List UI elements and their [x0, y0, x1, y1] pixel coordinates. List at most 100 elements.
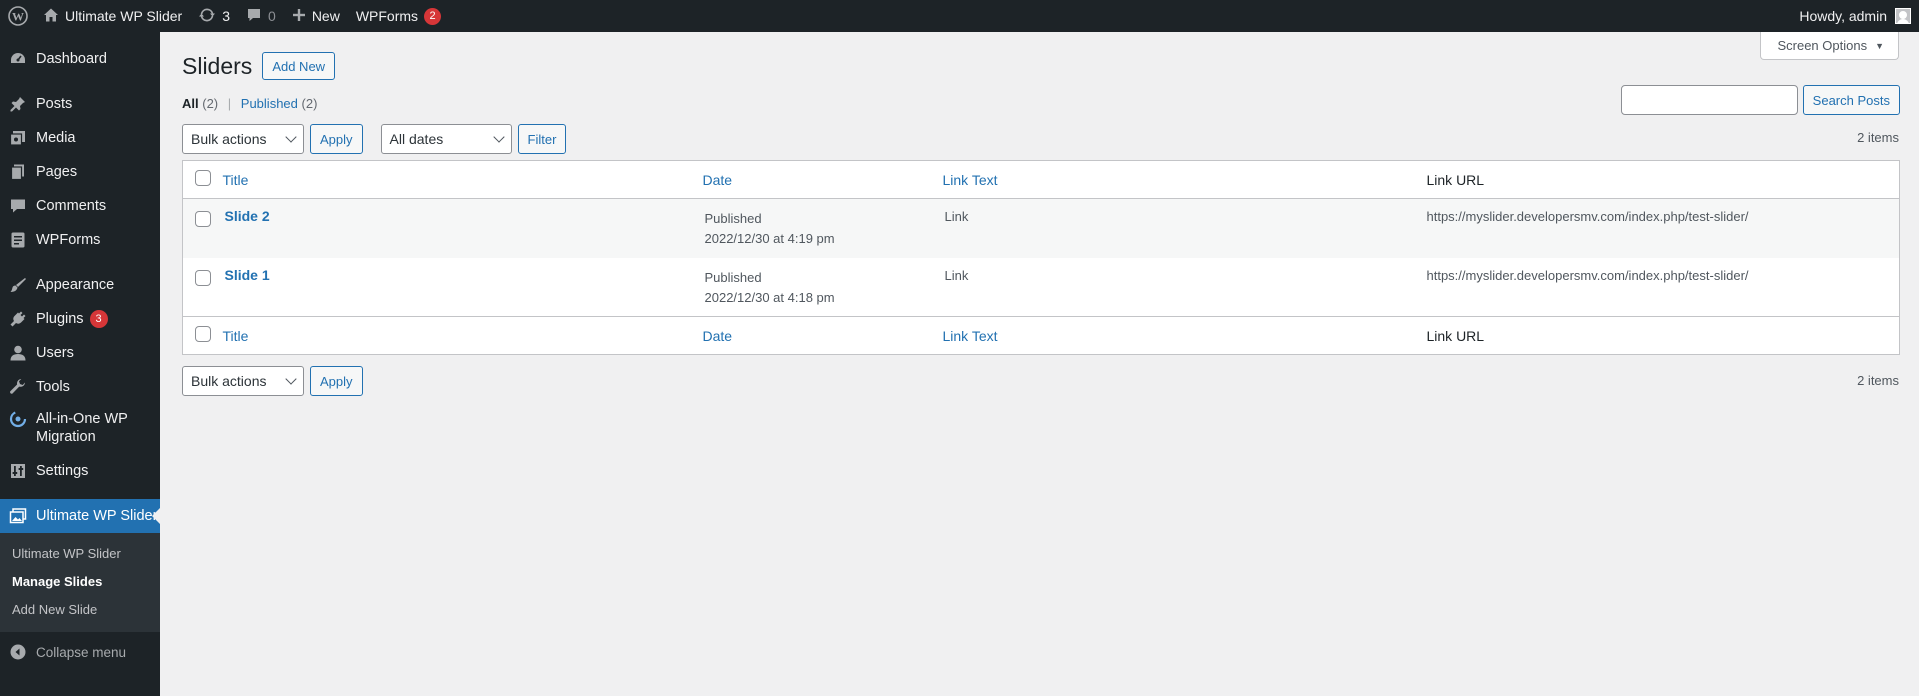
screen-options-label: Screen Options: [1777, 38, 1868, 53]
slider-icon: [8, 506, 28, 526]
sort-title-link-footer[interactable]: Title: [223, 328, 249, 344]
link-text-value: Link: [944, 209, 969, 224]
sidebar-item-label: Plugins: [36, 311, 84, 327]
sidebar-item-label: Comments: [36, 198, 107, 214]
sidebar-item-ultimate-wp-slider[interactable]: Ultimate WP Slider: [0, 499, 160, 533]
admin-bar: W Ultimate WP Slider 3 0 New WPForms 2 H…: [0, 0, 1919, 32]
tablenav-top: Bulk actions Apply All dates Filter: [182, 124, 567, 154]
sidebar-item-all-in-one-wp-migration[interactable]: All-in-One WP Migration: [0, 404, 160, 454]
wordpress-logo-icon[interactable]: W: [0, 0, 35, 32]
page-title: Sliders: [182, 52, 253, 79]
wrench-icon: [8, 377, 28, 397]
apply-button[interactable]: Apply: [310, 124, 363, 154]
comments-link[interactable]: 0: [238, 0, 284, 32]
row-checkbox[interactable]: [195, 269, 211, 286]
bulk-actions-value: Bulk actions: [191, 131, 267, 147]
table-row: Slide 1 Published 2022/12/30 at 4:18 pm …: [183, 258, 1900, 317]
sidebar-submenu: Ultimate WP Slider Manage Slides Add New…: [0, 533, 160, 632]
sidebar-item-plugins[interactable]: Plugins 3: [0, 302, 160, 336]
sidebar-item-media[interactable]: Media: [0, 121, 160, 155]
select-all-checkbox[interactable]: [195, 170, 211, 186]
date-filter-select[interactable]: All dates: [380, 124, 512, 154]
bulk-actions-select[interactable]: Bulk actions: [182, 124, 304, 154]
sidebar-item-users[interactable]: Users: [0, 336, 160, 370]
submenu-item-ultimate-wp-slider[interactable]: Ultimate WP Slider: [0, 540, 160, 568]
table-footer-row: Title Date Link Text Link URL: [182, 316, 1900, 355]
date-filter-value: All dates: [389, 131, 444, 147]
sort-link-text-link-footer[interactable]: Link Text: [943, 328, 998, 344]
view-all-link[interactable]: All: [182, 96, 199, 111]
link-url-header-label: Link URL: [1426, 171, 1485, 188]
comment-icon: [8, 196, 28, 216]
collapse-arrow-icon: [8, 642, 28, 662]
link-url-cell: https://myslider.developersmv.com/index.…: [1427, 258, 1900, 317]
column-header-date: Date: [703, 161, 943, 199]
add-new-button[interactable]: Add New: [262, 52, 336, 80]
view-published-count: (2): [301, 96, 318, 111]
link-text-cell: Link: [943, 258, 1427, 317]
sidebar-item-label: Pages: [36, 164, 78, 180]
post-status: Published: [704, 211, 762, 226]
updates-link[interactable]: 3: [190, 0, 238, 32]
sidebar-item-posts[interactable]: Posts: [0, 87, 160, 121]
search-box: Search Posts: [1620, 85, 1900, 115]
row-title-link[interactable]: Slide 2: [223, 208, 270, 224]
link-url-footer-label: Link URL: [1426, 327, 1485, 344]
tablenav-bottom: Bulk actions Apply: [182, 366, 363, 396]
search-input[interactable]: [1620, 85, 1798, 115]
sidebar-item-label-line2: Migration: [36, 429, 96, 445]
collapse-menu-button[interactable]: Collapse menu: [0, 635, 160, 669]
sort-date-link-footer[interactable]: Date: [703, 328, 733, 344]
comments-count: 0: [268, 8, 276, 24]
sidebar-item-wpforms[interactable]: WPForms: [0, 223, 160, 257]
sort-date-link[interactable]: Date: [703, 172, 733, 188]
sidebar-item-settings[interactable]: Settings: [0, 454, 160, 488]
new-content-link[interactable]: New: [284, 0, 348, 32]
search-posts-button[interactable]: Search Posts: [1802, 85, 1900, 115]
column-header-link-text: Link Text: [943, 161, 1427, 199]
filter-button[interactable]: Filter: [517, 124, 567, 154]
sidebar-item-label: Posts: [36, 96, 73, 112]
updates-icon: [198, 6, 216, 27]
post-date: 2022/12/30 at 4:19 pm: [704, 231, 835, 246]
settings-icon: [8, 461, 28, 481]
view-published-link[interactable]: Published: [241, 96, 298, 111]
view-separator: |: [227, 96, 232, 111]
screen-options-button[interactable]: Screen Options ▼: [1760, 32, 1899, 60]
apply-button-bottom[interactable]: Apply: [310, 366, 363, 396]
bulk-actions-select-bottom[interactable]: Bulk actions: [182, 366, 304, 396]
plug-icon: [8, 309, 28, 329]
site-name-link[interactable]: Ultimate WP Slider: [35, 0, 190, 32]
svg-text:W: W: [12, 10, 24, 24]
chevron-down-icon: [492, 131, 505, 143]
title-cell: Slide 2: [223, 199, 703, 258]
column-footer-link-text: Link Text: [943, 317, 1427, 355]
submenu-item-manage-slides[interactable]: Manage Slides: [0, 568, 160, 596]
sidebar-item-pages[interactable]: Pages: [0, 155, 160, 189]
link-url-cell: https://myslider.developersmv.com/index.…: [1427, 199, 1900, 258]
my-account-link[interactable]: Howdy, admin: [1791, 0, 1919, 32]
link-url-value: https://myslider.developersmv.com/index.…: [1426, 267, 1749, 283]
link-url-value: https://myslider.developersmv.com/index.…: [1426, 209, 1749, 224]
new-label: New: [311, 8, 340, 24]
main-content: Screen Options ▼ Sliders Add New All (2)…: [160, 32, 1919, 696]
date-cell: Published 2022/12/30 at 4:18 pm: [703, 258, 943, 317]
sidebar-item-appearance[interactable]: Appearance: [0, 268, 160, 302]
table-row: Slide 2 Published 2022/12/30 at 4:19 pm …: [182, 198, 1900, 258]
home-icon: [43, 7, 59, 26]
sidebar-item-dashboard[interactable]: Dashboard: [0, 42, 160, 76]
sort-link-text-link[interactable]: Link Text: [943, 172, 998, 188]
sort-title-link[interactable]: Title: [223, 172, 249, 188]
submenu-item-add-new-slide[interactable]: Add New Slide: [0, 596, 160, 624]
row-checkbox[interactable]: [195, 211, 211, 227]
title-cell: Slide 1: [223, 258, 703, 317]
avatar: [1895, 8, 1911, 24]
row-title-link[interactable]: Slide 1: [223, 267, 270, 283]
sidebar-item-comments[interactable]: Comments: [0, 189, 160, 223]
post-status: Published: [704, 269, 762, 285]
wpforms-link[interactable]: WPForms 2: [348, 0, 449, 32]
select-all-checkbox-footer[interactable]: [195, 326, 211, 342]
sidebar-item-tools[interactable]: Tools: [0, 370, 160, 404]
page-header: Sliders Add New: [182, 52, 336, 80]
column-footer-date: Date: [703, 317, 943, 355]
